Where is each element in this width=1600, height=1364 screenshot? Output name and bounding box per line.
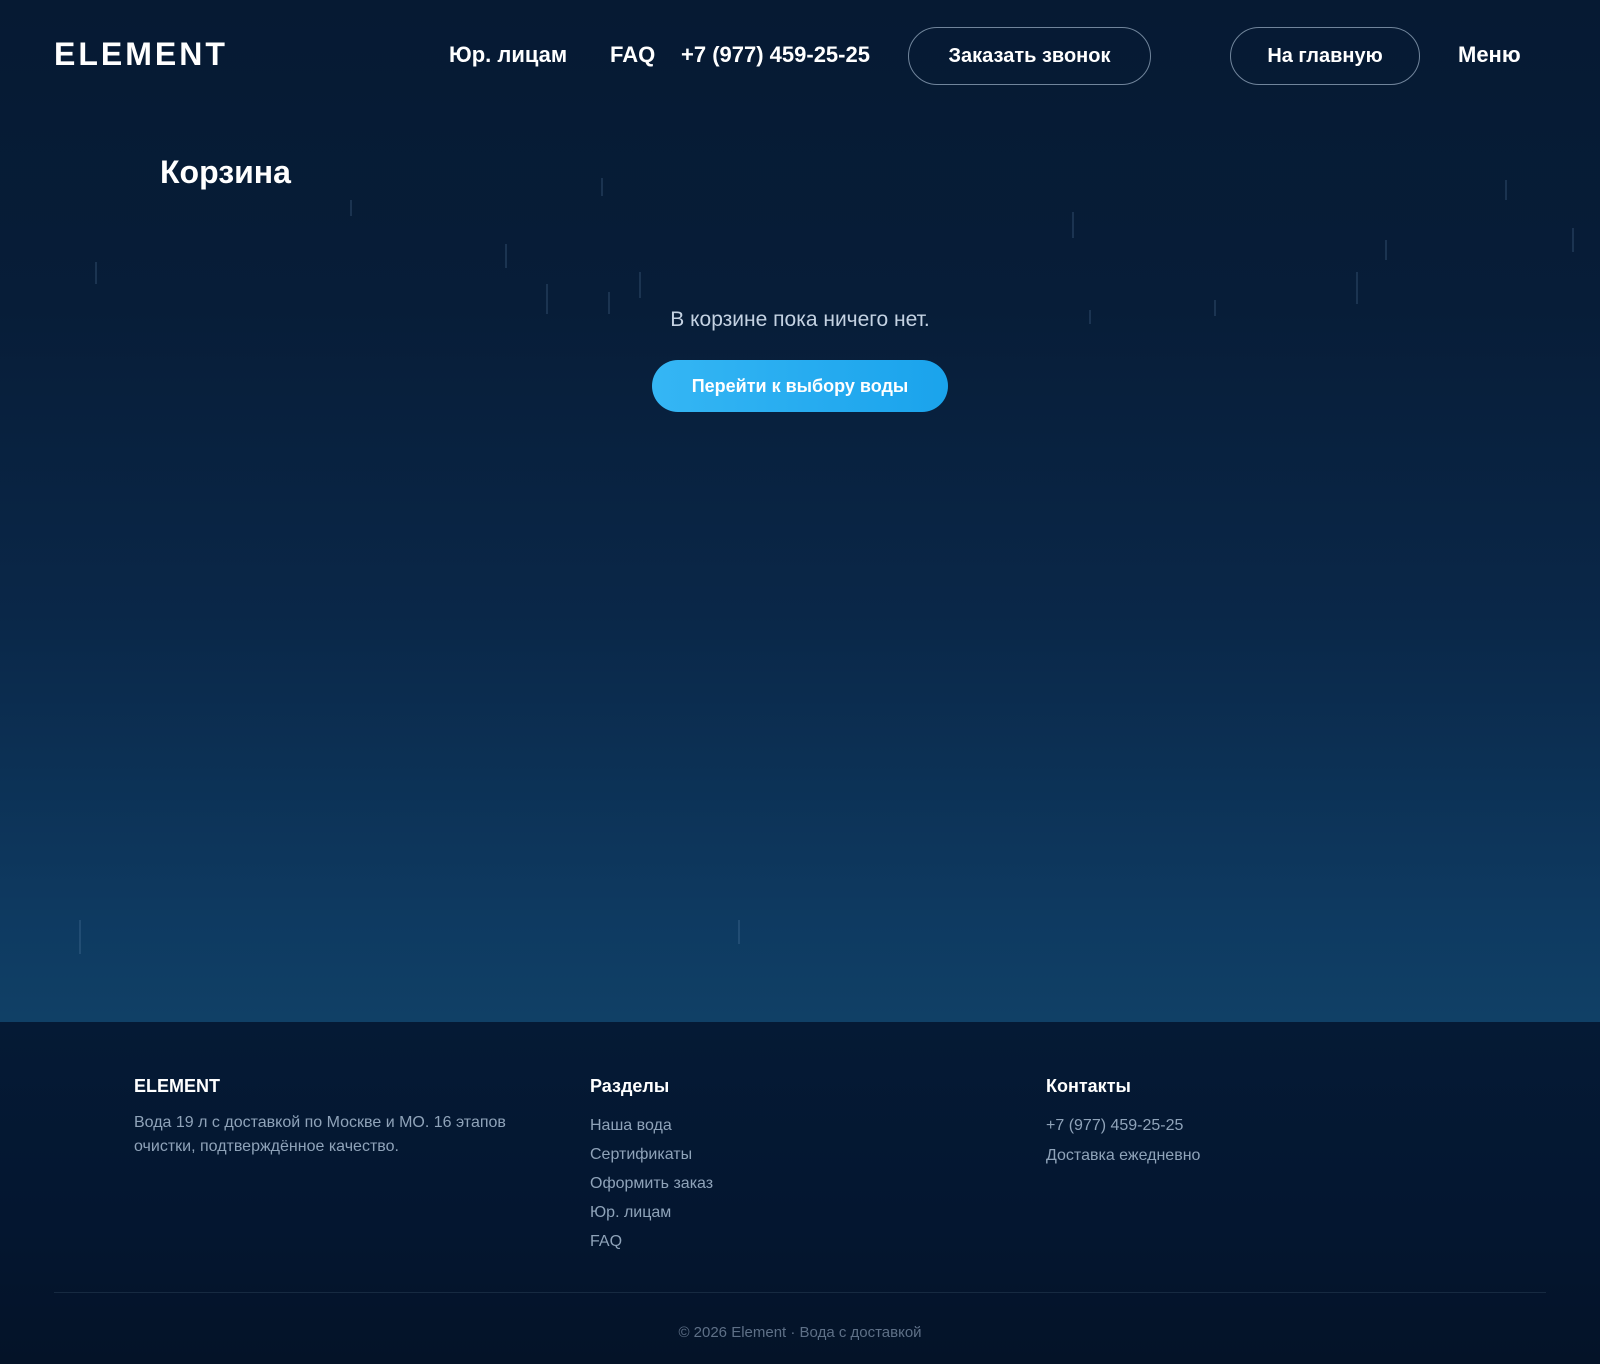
footer-delivery-info: Доставка ежедневно: [1046, 1147, 1201, 1164]
rain-streak: [1505, 180, 1507, 200]
rain-streak: [350, 200, 352, 216]
rain-streak: [79, 920, 81, 954]
empty-cart-message: В корзине пока ничего нет.: [670, 308, 930, 331]
footer-link-place-order[interactable]: Оформить заказ: [590, 1169, 890, 1198]
rain-streak: [1072, 212, 1074, 238]
footer-link-our-water[interactable]: Наша вода: [590, 1111, 890, 1140]
rain-streak: [505, 244, 507, 268]
nav-legal-entities[interactable]: Юр. лицам: [449, 42, 567, 68]
menu-button[interactable]: Меню: [1458, 42, 1521, 68]
nav-faq[interactable]: FAQ: [610, 42, 655, 68]
nav-phone[interactable]: +7 (977) 459-25-25: [681, 42, 870, 68]
site-logo[interactable]: ELEMENT: [54, 36, 228, 73]
footer-sections-title: Разделы: [590, 1076, 670, 1096]
footer-brand-description: Вода 19 л с доставкой по Москве и МО. 16…: [134, 1114, 506, 1155]
footer-brand-title: ELEMENT: [134, 1076, 221, 1096]
footer-brand-column: ELEMENT Вода 19 л с доставкой по Москве …: [134, 1076, 554, 1159]
page-title: Корзина: [160, 154, 291, 190]
rain-streak: [1356, 272, 1358, 304]
footer-sections-column: Разделы Наша вода Сертификаты Оформить з…: [590, 1076, 890, 1256]
footer-sections-list: Наша вода Сертификаты Оформить заказ Юр.…: [590, 1111, 890, 1256]
home-button[interactable]: На главную: [1230, 27, 1420, 85]
choose-water-button[interactable]: Перейти к выбору воды: [652, 360, 948, 412]
rain-streak: [1572, 228, 1574, 252]
footer-contacts-title: Контакты: [1046, 1076, 1131, 1096]
rain-streak: [738, 920, 740, 944]
page: ELEMENT Юр. лицам FAQ +7 (977) 459-25-25…: [0, 0, 1600, 1364]
footer-divider: [54, 1292, 1546, 1293]
footer-phone-link[interactable]: +7 (977) 459-25-25: [1046, 1111, 1366, 1141]
site-header: ELEMENT Юр. лицам FAQ +7 (977) 459-25-25…: [0, 0, 1600, 112]
rain-streak: [95, 262, 97, 284]
copyright-text: © 2026 Element · Вода с доставкой: [678, 1324, 922, 1341]
rain-streak: [601, 178, 603, 196]
rain-streak: [639, 272, 641, 298]
footer-contacts-column: Контакты +7 (977) 459-25-25 Доставка еже…: [1046, 1076, 1366, 1171]
footer-link-legal-entities[interactable]: Юр. лицам: [590, 1198, 890, 1227]
hero-section: ELEMENT Юр. лицам FAQ +7 (977) 459-25-25…: [0, 0, 1600, 1022]
request-call-button[interactable]: Заказать звонок: [908, 27, 1151, 85]
site-footer: ELEMENT Вода 19 л с доставкой по Москве …: [0, 1022, 1600, 1364]
footer-link-certificates[interactable]: Сертификаты: [590, 1140, 890, 1169]
rain-streak: [1385, 240, 1387, 260]
footer-link-faq[interactable]: FAQ: [590, 1227, 890, 1256]
